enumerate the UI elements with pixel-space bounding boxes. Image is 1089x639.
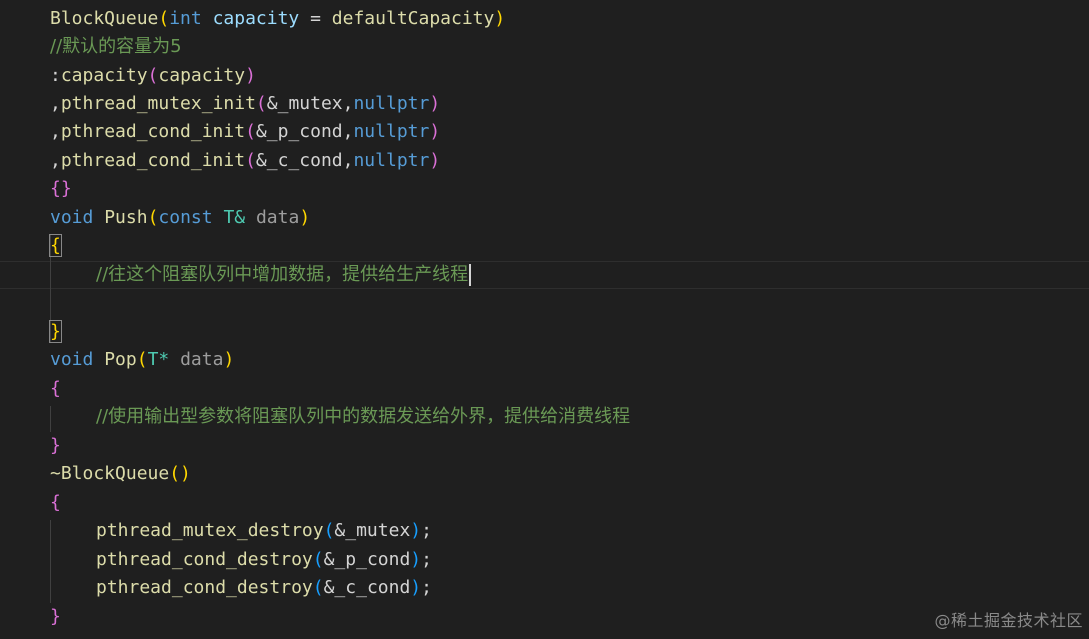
paren: ( bbox=[245, 121, 256, 142]
paren: ) bbox=[245, 65, 256, 86]
comma: , bbox=[50, 150, 61, 171]
member-init: capacity bbox=[60, 65, 148, 86]
semicolon: ; bbox=[421, 520, 432, 541]
code-line-9[interactable]: { bbox=[49, 232, 62, 260]
paren: ) bbox=[494, 8, 506, 29]
paren: ( bbox=[323, 520, 335, 541]
argument: capacity bbox=[158, 65, 246, 86]
paren: ( bbox=[255, 93, 267, 114]
code-line-16[interactable]: } bbox=[50, 432, 61, 460]
paren: ) bbox=[429, 93, 441, 114]
function-call: pthread_mutex_init bbox=[60, 93, 256, 114]
paren: ( bbox=[136, 349, 148, 370]
parameter: data bbox=[255, 207, 300, 228]
destructor-name: ~BlockQueue bbox=[50, 463, 170, 484]
argument: &_c_cond, bbox=[255, 150, 354, 171]
argument: &_c_cond bbox=[323, 577, 411, 598]
function-name: Pop bbox=[104, 349, 137, 370]
comment: //使用输出型参数将阻塞队列中的数据发送给外界，提供给消费线程 bbox=[96, 406, 631, 427]
code-line-2[interactable]: //默认的容量为5 bbox=[50, 33, 182, 61]
code-line-22[interactable]: } bbox=[50, 603, 61, 631]
paren: ) bbox=[299, 207, 311, 228]
keyword: int bbox=[169, 8, 202, 29]
function-name: BlockQueue bbox=[50, 8, 159, 29]
code-line-8[interactable]: void Push(const T& data) bbox=[50, 204, 310, 232]
paren: ) bbox=[223, 349, 235, 370]
code-line-12[interactable]: } bbox=[49, 318, 62, 346]
paren: ) bbox=[410, 549, 422, 570]
brace: { bbox=[49, 234, 62, 257]
comma: , bbox=[50, 121, 61, 142]
argument: &_p_cond bbox=[323, 549, 411, 570]
comment: //往这个阻塞队列中增加数据，提供给生产线程 bbox=[96, 264, 469, 285]
parameter: capacity bbox=[212, 8, 300, 29]
function-call: pthread_mutex_destroy bbox=[96, 520, 324, 541]
keyword: nullptr bbox=[353, 150, 430, 171]
text-cursor bbox=[469, 264, 472, 286]
code-line-15[interactable]: //使用输出型参数将阻塞队列中的数据发送给外界，提供给消费线程 bbox=[50, 403, 630, 431]
semicolon: ; bbox=[421, 549, 432, 570]
paren: ) bbox=[410, 577, 422, 598]
argument: &_mutex bbox=[334, 520, 411, 541]
code-line-13[interactable]: void Pop(T* data) bbox=[50, 346, 234, 374]
keyword: void bbox=[50, 207, 94, 228]
code-line-19[interactable]: pthread_mutex_destroy(&_mutex); bbox=[50, 517, 432, 545]
operator: = bbox=[299, 8, 332, 29]
keyword: nullptr bbox=[353, 121, 430, 142]
code-line-4[interactable]: ,pthread_mutex_init(&_mutex,nullptr) bbox=[50, 90, 440, 118]
code-line-1[interactable]: BlockQueue(int capacity = defaultCapacit… bbox=[50, 5, 505, 33]
paren: ( bbox=[312, 577, 324, 598]
paren: ) bbox=[429, 150, 441, 171]
keyword: void bbox=[50, 349, 94, 370]
default-value: defaultCapacity bbox=[331, 8, 495, 29]
code-line-7[interactable]: {} bbox=[50, 175, 72, 203]
comma: , bbox=[50, 93, 61, 114]
function-call: pthread_cond_destroy bbox=[96, 549, 313, 570]
semicolon: ; bbox=[421, 577, 432, 598]
code-line-17[interactable]: ~BlockQueue() bbox=[50, 460, 191, 488]
type: T& bbox=[223, 207, 246, 228]
function-call: pthread_cond_destroy bbox=[96, 577, 313, 598]
code-line-5[interactable]: ,pthread_cond_init(&_p_cond,nullptr) bbox=[50, 118, 440, 146]
keyword: nullptr bbox=[353, 93, 430, 114]
code-line-21[interactable]: pthread_cond_destroy(&_c_cond); bbox=[50, 574, 432, 602]
code-line-14[interactable]: { bbox=[50, 375, 61, 403]
argument: &_mutex, bbox=[266, 93, 354, 114]
type: T* bbox=[147, 349, 170, 370]
paren: ( bbox=[147, 207, 159, 228]
code-line-3[interactable]: :capacity(capacity) bbox=[50, 62, 256, 90]
watermark: @稀土掘金技术社区 bbox=[934, 611, 1083, 630]
paren: () bbox=[169, 463, 191, 484]
function-call: pthread_cond_init bbox=[60, 121, 246, 142]
paren: ) bbox=[410, 520, 422, 541]
paren: ) bbox=[429, 121, 441, 142]
code-line-20[interactable]: pthread_cond_destroy(&_p_cond); bbox=[50, 546, 432, 574]
keyword: const bbox=[158, 207, 213, 228]
paren: ( bbox=[158, 8, 170, 29]
paren: ( bbox=[245, 150, 256, 171]
paren: ( bbox=[147, 65, 159, 86]
paren: ( bbox=[312, 549, 324, 570]
code-line-6[interactable]: ,pthread_cond_init(&_c_cond,nullptr) bbox=[50, 147, 440, 175]
code-line-18[interactable]: { bbox=[50, 489, 61, 517]
code-line-10[interactable]: //往这个阻塞队列中增加数据，提供给生产线程 bbox=[50, 261, 472, 289]
function-call: pthread_cond_init bbox=[60, 150, 246, 171]
code-editor[interactable]: BlockQueue(int capacity = defaultCapacit… bbox=[0, 0, 1089, 639]
function-name: Push bbox=[104, 207, 148, 228]
colon: : bbox=[50, 65, 61, 86]
brace: } bbox=[49, 320, 62, 343]
parameter: data bbox=[180, 349, 224, 370]
argument: &_p_cond, bbox=[255, 121, 354, 142]
